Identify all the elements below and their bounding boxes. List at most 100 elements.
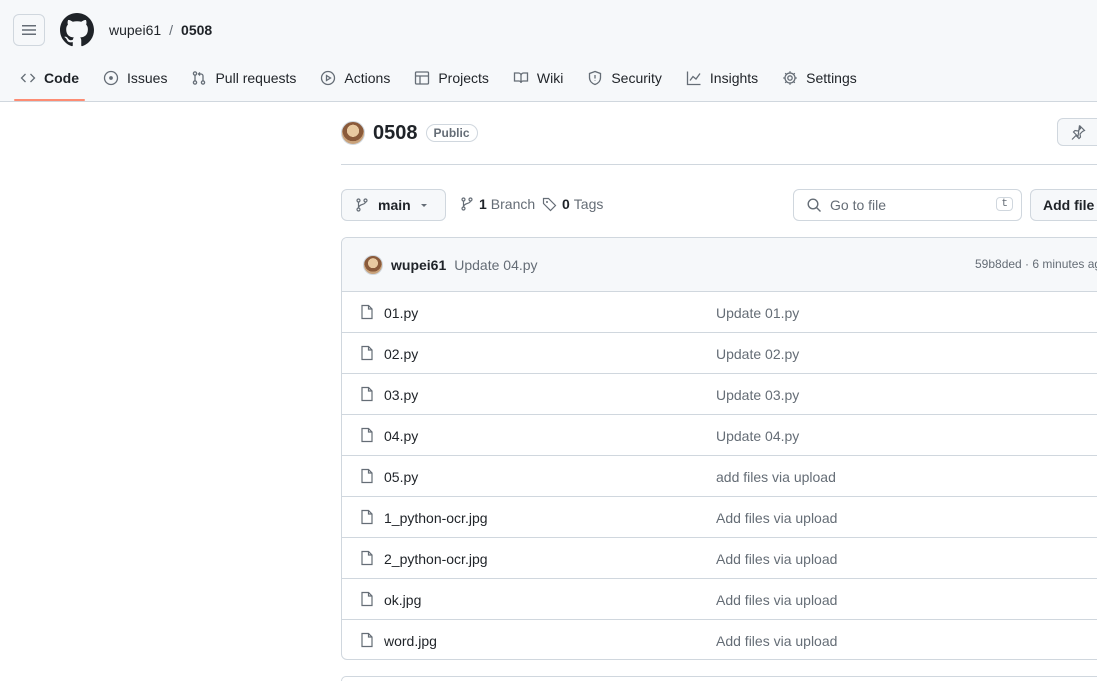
add-file-label: Add file — [1043, 197, 1095, 213]
github-logo-icon[interactable] — [60, 13, 94, 47]
code-icon — [20, 73, 36, 83]
tab-issues[interactable]: Issues — [99, 62, 179, 94]
file-row[interactable]: 05.py add files via upload — [342, 456, 1097, 497]
tab-pull-requests[interactable]: Pull requests — [187, 62, 308, 94]
branches-count: 1 — [479, 196, 487, 212]
branches-link[interactable]: 1 Branch — [459, 196, 535, 212]
readme-box-edge — [341, 676, 1097, 681]
file-name-link[interactable]: 2_python-ocr.jpg — [384, 551, 488, 567]
play-icon — [321, 70, 336, 86]
tags-link[interactable]: 0 Tags — [542, 196, 603, 212]
table-icon — [415, 71, 430, 85]
file-icon — [361, 550, 373, 566]
file-row[interactable]: ok.jpg Add files via upload — [342, 579, 1097, 620]
tab-label: Code — [44, 70, 79, 86]
branch-name: main — [378, 197, 411, 213]
file-row[interactable]: 02.py Update 02.py — [342, 333, 1097, 374]
triangle-down-icon — [420, 204, 427, 207]
hamburger-icon — [22, 25, 36, 35]
search-placeholder: Go to file — [830, 197, 887, 213]
tab-label: Wiki — [536, 70, 564, 86]
git-branch-icon — [356, 198, 368, 212]
go-to-file-input[interactable]: Go to file t — [793, 189, 1022, 221]
keyboard-shortcut-hint: t — [996, 197, 1013, 211]
breadcrumb: wupei61 / 0508 — [109, 21, 212, 39]
file-icon — [361, 345, 373, 361]
file-commit-message[interactable]: Add files via upload — [716, 510, 837, 526]
active-tab-underline — [14, 99, 85, 101]
tab-label: Pull requests — [215, 70, 297, 86]
hamburger-menu-button[interactable] — [13, 14, 45, 46]
git-branch-icon — [461, 197, 473, 211]
file-row[interactable]: 03.py Update 03.py — [342, 374, 1097, 415]
shield-icon — [589, 70, 602, 86]
file-row[interactable]: word.jpg Add files via upload — [342, 620, 1097, 659]
graph-icon — [686, 71, 701, 86]
search-icon — [807, 198, 821, 212]
latest-commit-bar: wupei61 Update 04.py 59b8ded · 6 minutes… — [342, 238, 1097, 292]
gear-icon — [783, 71, 797, 85]
tab-label: Insights — [709, 70, 759, 86]
header-divider — [341, 164, 1097, 165]
tab-settings[interactable]: Settings — [778, 62, 869, 94]
commit-author-avatar[interactable] — [363, 254, 383, 275]
file-name-link[interactable]: ok.jpg — [384, 592, 421, 608]
file-icon — [361, 591, 373, 607]
breadcrumb-repo-link[interactable]: 0508 — [181, 21, 212, 39]
add-file-button[interactable]: Add file — [1030, 189, 1097, 221]
breadcrumb-owner-link[interactable]: wupei61 — [109, 21, 161, 39]
issue-opened-icon — [103, 70, 119, 86]
file-icon — [361, 509, 373, 525]
file-name-link[interactable]: 1_python-ocr.jpg — [384, 510, 488, 526]
branch-select-button[interactable]: main — [341, 189, 446, 221]
commit-author[interactable]: wupei61 — [391, 257, 446, 273]
file-list: wupei61 Update 04.py 59b8ded · 6 minutes… — [341, 237, 1097, 660]
file-icon — [361, 386, 373, 402]
tags-count: 0 — [562, 196, 570, 212]
breadcrumb-separator: / — [169, 22, 174, 38]
file-name-link[interactable]: 01.py — [384, 305, 418, 321]
tab-projects[interactable]: Projects — [410, 62, 501, 94]
tab-security[interactable]: Security — [583, 62, 674, 94]
file-commit-message[interactable]: add files via upload — [716, 469, 836, 485]
commit-hash-time[interactable]: 59b8ded · 6 minutes ago — [975, 257, 1097, 271]
file-commit-message[interactable]: Add files via upload — [716, 592, 837, 608]
file-commit-message[interactable]: Add files via upload — [716, 633, 837, 649]
owner-avatar[interactable] — [341, 121, 365, 145]
file-icon — [361, 632, 373, 648]
file-name-link[interactable]: word.jpg — [384, 633, 437, 649]
tab-label: Issues — [127, 70, 168, 86]
file-icon — [361, 304, 373, 320]
repo-header-bar: wupei61 / 0508 Code Issues Pull requests… — [0, 0, 1097, 102]
tab-code[interactable]: Code — [16, 62, 91, 94]
file-commit-message[interactable]: Add files via upload — [716, 551, 837, 567]
branches-label: Branch — [490, 196, 536, 212]
tag-icon — [542, 197, 557, 212]
tab-label: Security — [611, 70, 662, 86]
file-name-link[interactable]: 04.py — [384, 428, 418, 444]
file-name-link[interactable]: 03.py — [384, 387, 418, 403]
tab-wiki[interactable]: Wiki — [509, 62, 575, 94]
file-name-link[interactable]: 02.py — [384, 346, 418, 362]
repo-title: 0508 Public — [341, 121, 478, 145]
file-name-link[interactable]: 05.py — [384, 469, 418, 485]
file-row[interactable]: 04.py Update 04.py — [342, 415, 1097, 456]
tab-label: Projects — [438, 70, 489, 86]
file-row[interactable]: 1_python-ocr.jpg Add files via upload — [342, 497, 1097, 538]
file-commit-message[interactable]: Update 02.py — [716, 346, 799, 362]
file-row[interactable]: 2_python-ocr.jpg Add files via upload — [342, 538, 1097, 579]
visibility-badge: Public — [425, 124, 478, 142]
commit-message[interactable]: Update 04.py — [454, 257, 537, 273]
repo-name[interactable]: 0508 — [373, 122, 418, 145]
file-commit-message[interactable]: Update 03.py — [716, 387, 799, 403]
tab-insights[interactable]: Insights — [682, 62, 770, 94]
git-pull-request-icon — [193, 71, 206, 85]
file-icon — [361, 468, 373, 484]
file-commit-message[interactable]: Update 04.py — [716, 428, 799, 444]
tab-actions[interactable]: Actions — [316, 62, 402, 94]
file-commit-message[interactable]: Update 01.py — [716, 305, 799, 321]
pin-icon — [1071, 125, 1086, 140]
pin-button[interactable] — [1057, 118, 1097, 146]
file-row[interactable]: 01.py Update 01.py — [342, 292, 1097, 333]
book-icon — [513, 72, 529, 84]
